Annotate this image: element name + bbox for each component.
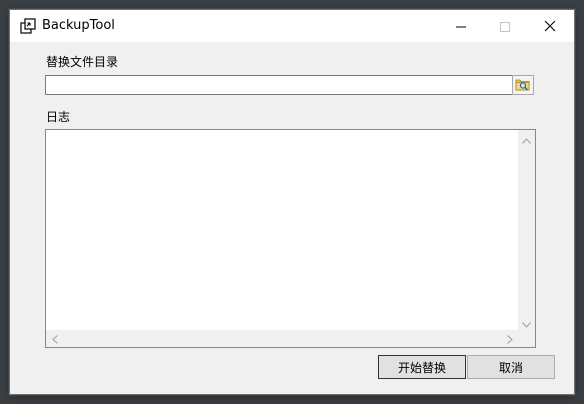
start-replace-button[interactable]: 开始替换 [378,355,466,379]
directory-path-input[interactable] [45,75,513,95]
chevron-right-icon [506,329,513,348]
close-icon [544,17,556,36]
title-bar[interactable]: BackupTool [10,10,574,42]
browse-folder-button[interactable] [512,75,534,95]
maximize-button[interactable] [482,10,528,42]
minimize-button[interactable] [438,10,484,42]
vertical-scrollbar[interactable] [518,130,535,331]
scroll-right-button[interactable] [501,330,518,347]
scroll-left-button[interactable] [46,330,63,347]
chevron-up-icon [522,129,531,148]
folder-search-icon [515,76,531,95]
close-button[interactable] [527,10,573,42]
chevron-left-icon [51,329,58,348]
cancel-button[interactable]: 取消 [467,355,555,379]
directory-label: 替换文件目录 [46,55,119,69]
main-window: BackupTool 替换文件目录 日志 开始替换 取消 [9,9,575,395]
window-title: BackupTool [42,18,115,33]
minimize-icon [456,17,466,36]
backup-app-icon [20,18,36,34]
log-label: 日志 [46,110,71,124]
horizontal-scrollbar[interactable] [46,330,518,347]
scroll-up-button[interactable] [518,130,535,147]
scrollbar-corner [518,330,535,347]
maximize-icon [500,17,510,36]
scroll-down-button[interactable] [518,314,535,331]
log-textarea[interactable] [45,129,536,348]
